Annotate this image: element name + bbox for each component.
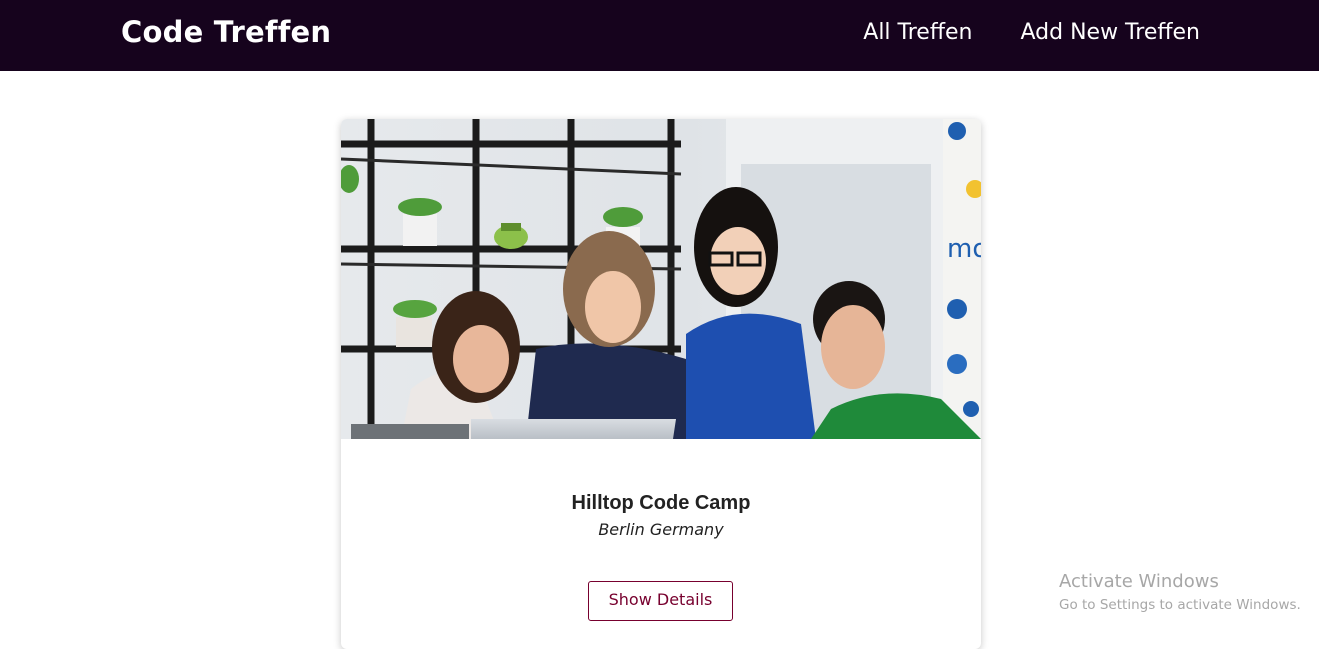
- watermark-title: Activate Windows: [1059, 571, 1219, 592]
- meetup-title: Hilltop Code Camp: [571, 491, 751, 514]
- windows-activation-watermark: Activate Windows Go to Settings to activ…: [1059, 571, 1301, 615]
- meetup-card: mo Hilltop Code Camp Berlin Germany Show…: [341, 119, 981, 649]
- nav-add-new-treffen-link[interactable]: Add New Treffen: [1020, 18, 1200, 48]
- meetup-location: Berlin Germany: [598, 520, 724, 539]
- main-nav: All Treffen Add New Treffen: [863, 18, 1200, 48]
- meetup-photo: mo: [341, 119, 981, 439]
- top-navigation-bar: Code Treffen All Treffen Add New Treffen: [0, 0, 1319, 71]
- watermark-subtitle: Go to Settings to activate Windows.: [1059, 597, 1301, 613]
- brand-logo-text[interactable]: Code Treffen: [121, 14, 331, 50]
- nav-all-treffen-link[interactable]: All Treffen: [863, 18, 972, 48]
- show-details-button[interactable]: Show Details: [588, 581, 733, 621]
- svg-text:mo: mo: [947, 234, 981, 264]
